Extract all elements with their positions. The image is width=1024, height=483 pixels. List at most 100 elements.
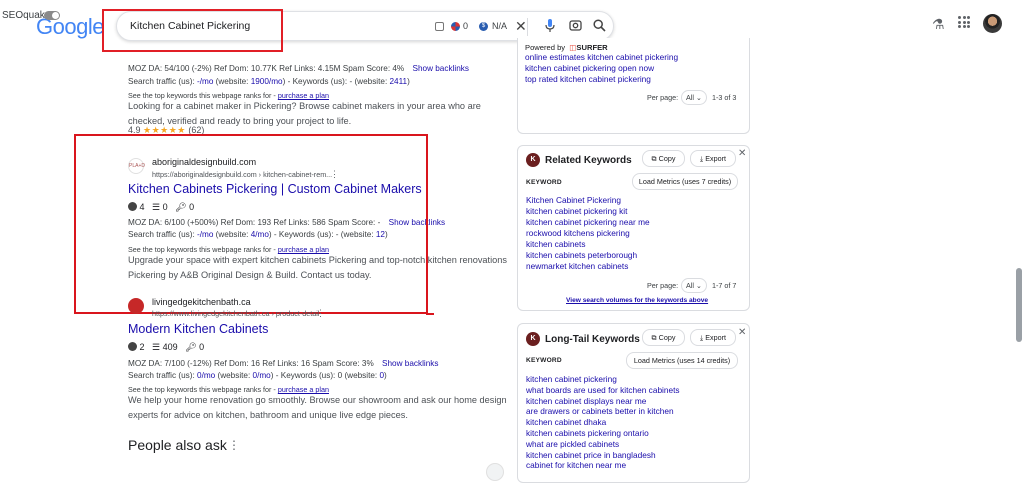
per-page-label: Per page: bbox=[647, 93, 679, 102]
long-tail-keywords-panel: K Long-Tail Keywords ⧉ Copy ⤓ Export ✕ K… bbox=[517, 323, 750, 483]
traffic-mid: (website: bbox=[213, 77, 251, 86]
powered-by: Powered by ◫SURFER bbox=[525, 43, 608, 52]
icon-count-c: 0 bbox=[199, 342, 205, 352]
copy-button[interactable]: ⧉ Copy bbox=[642, 329, 685, 346]
show-backlinks-link[interactable]: Show backlinks bbox=[413, 64, 469, 73]
keyword-link[interactable]: kitchen cabinet pickering near me bbox=[526, 217, 650, 228]
people-also-ask-heading: People also ask bbox=[128, 437, 227, 453]
traffic-kw: ) - Keywords (us): - (website: bbox=[282, 77, 390, 86]
seo-circle-icon bbox=[128, 342, 137, 351]
scrollbar-thumb[interactable] bbox=[1016, 268, 1022, 342]
export-button[interactable]: ⤓ Export bbox=[690, 329, 736, 346]
keyword-link[interactable]: kitchen cabinets pickering ontario bbox=[526, 428, 680, 439]
keyword-list: online estimates kitchen cabinet pickeri… bbox=[525, 52, 678, 85]
keywords-logo-icon: K bbox=[526, 332, 540, 346]
traffic-value[interactable]: 0/mo bbox=[197, 371, 215, 380]
keyword-link[interactable]: newmarket kitchen cabinets bbox=[526, 261, 650, 272]
per-page-label: Per page: bbox=[647, 281, 679, 290]
traffic-label: Search traffic (us): bbox=[128, 371, 198, 380]
microphone-icon[interactable] bbox=[545, 19, 555, 38]
traffic-end: ) bbox=[407, 77, 410, 86]
highlight-tail bbox=[426, 313, 434, 315]
search-traffic: Search traffic (us): 0/mo (website: 0/mo… bbox=[128, 371, 387, 380]
export-label: Export bbox=[705, 333, 726, 342]
avatar[interactable] bbox=[983, 14, 1002, 33]
per-page-select[interactable]: All ⌄ bbox=[681, 90, 708, 105]
close-icon[interactable]: ✕ bbox=[738, 148, 746, 159]
keyword-link[interactable]: Kitchen Cabinet Pickering bbox=[526, 195, 650, 206]
keyword-link[interactable]: top rated kitchen cabinet pickering bbox=[525, 74, 678, 85]
keyword-link[interactable]: kitchen cabinet pickering bbox=[526, 374, 680, 385]
copy-icon: ⧉ bbox=[651, 154, 657, 163]
download-icon: ⤓ bbox=[700, 333, 704, 342]
dollar-icon: $ bbox=[479, 22, 488, 31]
metrics-text: MOZ DA: 7/100 (-12%) Ref Dom: 16 Ref Lin… bbox=[128, 359, 374, 368]
per-page-select[interactable]: All ⌄ bbox=[681, 278, 708, 293]
show-backlinks-link[interactable]: Show backlinks bbox=[382, 359, 438, 368]
divider bbox=[527, 18, 528, 36]
result-snippet: We help your home renovation go smoothly… bbox=[128, 395, 507, 420]
traffic-label: Search traffic (us): bbox=[128, 77, 198, 86]
traffic-website[interactable]: 1900/mo bbox=[251, 77, 283, 86]
panel-title: Long-Tail Keywords bbox=[545, 334, 640, 345]
key-icon: 🔑︎ bbox=[185, 342, 197, 352]
site-favicon bbox=[128, 298, 144, 314]
keyword-link[interactable]: what are pickled cabinets bbox=[526, 439, 680, 450]
highlight-box-result bbox=[74, 134, 428, 314]
view-search-volumes-link[interactable]: View search volumes for the keywords abo… bbox=[566, 297, 708, 304]
keyword-link[interactable]: kitchen cabinets bbox=[526, 239, 650, 250]
labs-flask-icon[interactable]: ⚗ bbox=[932, 16, 945, 33]
header: Google SEOquake Kitchen Cabinet Pickerin… bbox=[0, 0, 1024, 52]
download-icon: ⤓ bbox=[700, 154, 704, 163]
apps-grid-icon[interactable] bbox=[958, 16, 970, 28]
list-icon: ☰ bbox=[152, 342, 161, 352]
scroll-button[interactable] bbox=[486, 463, 504, 481]
close-icon[interactable]: ✕ bbox=[738, 327, 746, 338]
site-url[interactable]: https://www.livingedgekitchenbath.ca › p… bbox=[152, 309, 319, 318]
load-metrics-button[interactable]: Load Metrics (uses 14 credits) bbox=[626, 352, 738, 369]
result-title-link[interactable]: Modern Kitchen Cabinets bbox=[128, 322, 268, 336]
flag-icon bbox=[451, 22, 460, 31]
surfer-panel: Powered by ◫SURFER online estimates kitc… bbox=[517, 38, 750, 134]
keyword-link[interactable]: what boards are used for kitchen cabinet… bbox=[526, 385, 680, 396]
search-icon[interactable] bbox=[593, 19, 606, 37]
keyword-link[interactable]: kitchen cabinet pickering open now bbox=[525, 63, 678, 74]
chevron-down-icon: ⌄ bbox=[696, 281, 703, 290]
range-text: 1-3 of 3 bbox=[712, 93, 737, 102]
more-options-icon[interactable]: ⋮ bbox=[228, 438, 240, 452]
keyword-link[interactable]: kitchen cabinet displays near me bbox=[526, 396, 680, 407]
keyword-link[interactable]: kitchen cabinet dhaka bbox=[526, 417, 680, 428]
keyword-link[interactable]: online estimates kitchen cabinet pickeri… bbox=[525, 52, 678, 63]
keyword-link[interactable]: kitchen cabinets peterborough bbox=[526, 250, 650, 261]
traffic-kw-value[interactable]: 2411 bbox=[390, 77, 408, 86]
lens-icon[interactable] bbox=[569, 19, 582, 37]
copy-icon: ⧉ bbox=[651, 333, 657, 342]
keyword-list: Kitchen Cabinet Pickering kitchen cabinet… bbox=[526, 195, 650, 272]
clear-icon[interactable]: ✕ bbox=[515, 18, 527, 35]
seoquake-toggle[interactable] bbox=[44, 11, 60, 20]
more-options-icon[interactable]: ⋮ bbox=[316, 308, 325, 319]
traffic-kw: ) - Keywords (us): 0 (website: bbox=[270, 371, 380, 380]
keywords-logo-icon: K bbox=[526, 153, 540, 167]
keyword-link[interactable]: are drawers or cabinets better in kitche… bbox=[526, 406, 680, 417]
site-name[interactable]: livingedgekitchenbath.ca bbox=[152, 297, 251, 307]
keyword-link[interactable]: kitchen cabinet price in bangladesh bbox=[526, 450, 680, 461]
traffic-website[interactable]: 0/mo bbox=[253, 371, 271, 380]
chevron-down-icon: ⌄ bbox=[696, 93, 703, 102]
load-metrics-button[interactable]: Load Metrics (uses 7 credits) bbox=[632, 173, 738, 190]
export-button[interactable]: ⤓ Export bbox=[690, 150, 736, 167]
keyword-link[interactable]: rockwood kitchens pickering bbox=[526, 228, 650, 239]
traffic-value[interactable]: -/mo bbox=[197, 77, 213, 86]
copy-label: Copy bbox=[658, 333, 676, 342]
pill-count-a: 0 bbox=[463, 21, 469, 31]
checkbox-icon[interactable] bbox=[435, 22, 444, 31]
per-page-value: All bbox=[686, 93, 694, 102]
seo-icon-row: 2 ☰ 409 🔑︎ 0 bbox=[128, 342, 204, 353]
moz-metrics: MOZ DA: 7/100 (-12%) Ref Dom: 16 Ref Lin… bbox=[128, 359, 438, 368]
copy-button[interactable]: ⧉ Copy bbox=[642, 150, 685, 167]
moz-metrics: MOZ DA: 54/100 (-2%) Ref Dom: 10.77K Ref… bbox=[128, 64, 469, 73]
keyword-list: kitchen cabinet pickering what boards are… bbox=[526, 374, 680, 471]
keyword-link[interactable]: kitchen cabinet pickering kit bbox=[526, 206, 650, 217]
copy-label: Copy bbox=[658, 154, 676, 163]
metrics-text: MOZ DA: 54/100 (-2%) Ref Dom: 10.77K Ref… bbox=[128, 64, 405, 73]
